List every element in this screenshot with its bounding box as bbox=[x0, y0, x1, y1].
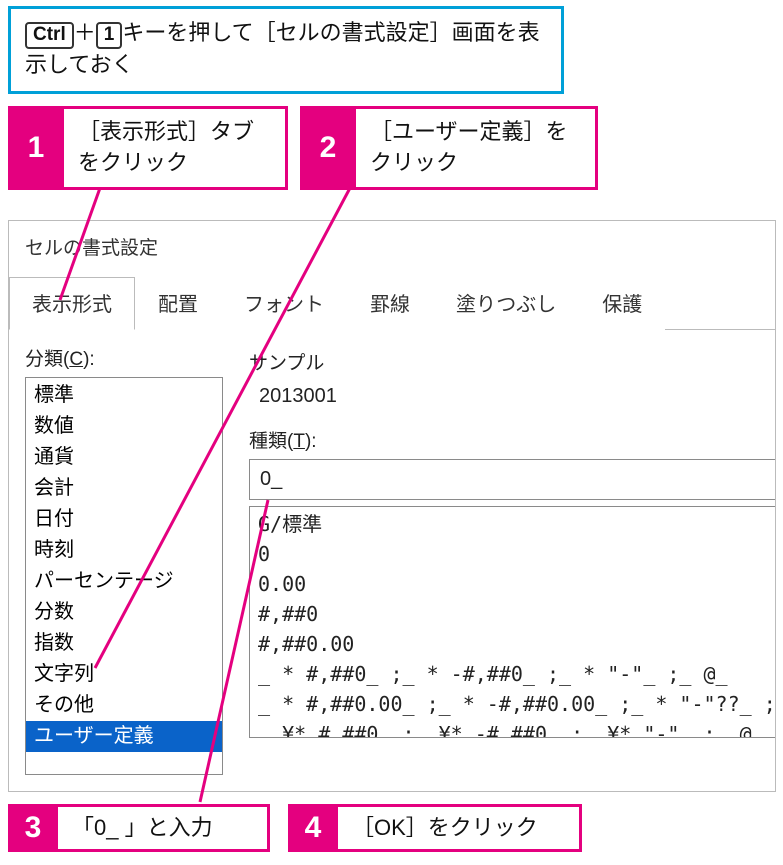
format-item[interactable]: 0 bbox=[258, 539, 776, 569]
step-2-number: 2 bbox=[300, 106, 356, 190]
sample-label: サンプル bbox=[249, 348, 776, 375]
tab-5[interactable]: 保護 bbox=[579, 277, 665, 330]
step-3: 3 「0_ 」と入力 bbox=[8, 804, 270, 852]
plus-text: ＋ bbox=[74, 20, 96, 45]
format-item[interactable]: #,##0 bbox=[258, 599, 776, 629]
dialog-tabs: 表示形式配置フォント罫線塗りつぶし保護 bbox=[9, 276, 775, 330]
kbd-ctrl: Ctrl bbox=[25, 22, 74, 49]
format-item[interactable]: 0.00 bbox=[258, 569, 776, 599]
tab-3[interactable]: 罫線 bbox=[347, 277, 433, 330]
category-item[interactable]: 標準 bbox=[26, 380, 222, 411]
step-3-number: 3 bbox=[8, 804, 58, 852]
format-item[interactable]: _ * #,##0.00_ ;_ * -#,##0.00_ ;_ * "-"??… bbox=[258, 689, 776, 719]
tab-2[interactable]: フォント bbox=[221, 277, 347, 330]
category-item[interactable]: 分数 bbox=[26, 597, 222, 628]
format-listbox[interactable]: G/標準00.00#,##0#,##0.00_ * #,##0_ ;_ * -#… bbox=[249, 506, 776, 738]
tab-0[interactable]: 表示形式 bbox=[9, 277, 135, 330]
step-1-text: ［表示形式］タブをクリック bbox=[64, 106, 288, 190]
sample-value: 2013001 bbox=[249, 375, 776, 422]
category-item[interactable]: 指数 bbox=[26, 628, 222, 659]
format-cells-dialog: セルの書式設定 表示形式配置フォント罫線塗りつぶし保護 分類(C): 標準数値通… bbox=[8, 220, 776, 792]
step-4-number: 4 bbox=[288, 804, 338, 852]
format-item[interactable]: #,##0.00 bbox=[258, 629, 776, 659]
tab-4[interactable]: 塗りつぶし bbox=[433, 277, 579, 330]
step-1: 1 ［表示形式］タブをクリック bbox=[8, 106, 288, 190]
category-item[interactable]: パーセンテージ bbox=[26, 566, 222, 597]
format-item[interactable]: _ * #,##0_ ;_ * -#,##0_ ;_ * "-"_ ;_ @_ bbox=[258, 659, 776, 689]
step-1-number: 1 bbox=[8, 106, 64, 190]
tab-1[interactable]: 配置 bbox=[135, 277, 221, 330]
category-item[interactable]: 時刻 bbox=[26, 535, 222, 566]
step-4: 4 ［OK］をクリック bbox=[288, 804, 582, 852]
dialog-title: セルの書式設定 bbox=[9, 221, 775, 268]
step-2: 2 ［ユーザー定義］をクリック bbox=[300, 106, 598, 190]
step-2-text: ［ユーザー定義］をクリック bbox=[356, 106, 598, 190]
category-item[interactable]: 数値 bbox=[26, 411, 222, 442]
step-3-text: 「0_ 」と入力 bbox=[58, 804, 270, 852]
format-item[interactable]: G/標準 bbox=[258, 509, 776, 539]
category-item[interactable]: 会計 bbox=[26, 473, 222, 504]
category-label: 分類(C): bbox=[25, 344, 223, 371]
type-label: 種類(T): bbox=[249, 426, 776, 453]
category-item[interactable]: 通貨 bbox=[26, 442, 222, 473]
format-item[interactable]: _ ¥* #,##0_ ;_ ¥* -#,##0_ ;_ ¥* "-"_ ;_ … bbox=[258, 719, 776, 738]
instruction-callout: Ctrl＋1キーを押して［セルの書式設定］画面を表示しておく bbox=[8, 6, 564, 94]
category-item[interactable]: ユーザー定義 bbox=[26, 721, 222, 752]
type-input[interactable] bbox=[249, 459, 776, 500]
step-4-text: ［OK］をクリック bbox=[338, 804, 582, 852]
category-listbox[interactable]: 標準数値通貨会計日付時刻パーセンテージ分数指数文字列その他ユーザー定義 bbox=[25, 377, 223, 775]
category-item[interactable]: 日付 bbox=[26, 504, 222, 535]
category-item[interactable]: 文字列 bbox=[26, 659, 222, 690]
category-item[interactable]: その他 bbox=[26, 690, 222, 721]
kbd-1: 1 bbox=[96, 22, 123, 49]
